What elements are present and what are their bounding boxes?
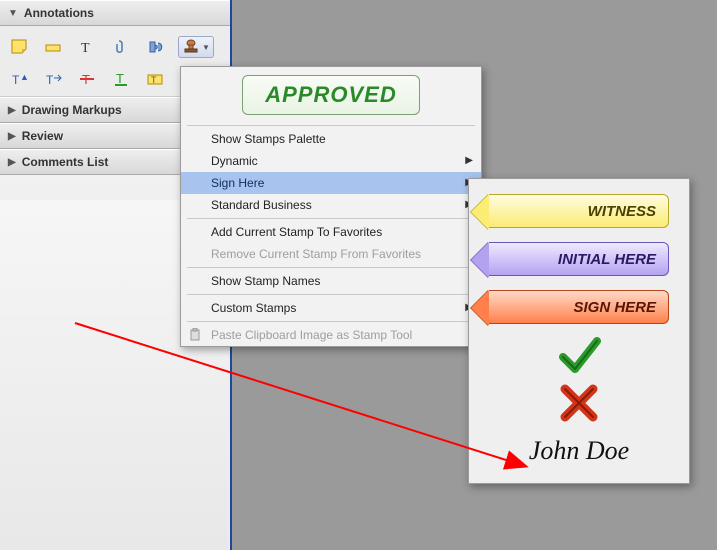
sign-here-arrow-stamp: SIGN HERE xyxy=(489,290,669,324)
svg-text:T: T xyxy=(46,73,54,87)
expand-icon: ▶ xyxy=(8,131,16,142)
dropdown-icon: ▼ xyxy=(202,43,210,52)
checkmark-icon xyxy=(557,335,601,375)
strikethrough-tool[interactable]: T xyxy=(76,68,100,90)
stamp-checkmark[interactable] xyxy=(469,331,689,379)
review-label: Review xyxy=(22,129,63,143)
menu-custom-stamps[interactable]: Custom Stamps ▶ xyxy=(181,297,481,319)
menu-show-stamp-names[interactable]: Show Stamp Names xyxy=(181,270,481,292)
menu-standard-business[interactable]: Standard Business ▶ xyxy=(181,194,481,216)
replace-text-tool[interactable]: T xyxy=(42,68,66,90)
menu-paste-clipboard: Paste Clipboard Image as Stamp Tool xyxy=(181,324,481,346)
attach-file-tool[interactable] xyxy=(110,36,134,58)
text-box-tool[interactable]: T xyxy=(144,68,168,90)
approved-stamp: APPROVED xyxy=(242,75,419,115)
menu-separator xyxy=(187,294,475,295)
svg-text:T: T xyxy=(81,41,90,55)
initial-here-arrow-stamp: INITIAL HERE xyxy=(489,242,669,276)
expand-icon: ▶ xyxy=(8,105,16,116)
annotations-section-label: Annotations xyxy=(24,6,94,20)
text-edit-tool[interactable]: T xyxy=(76,36,100,58)
sign-here-submenu: WITNESS INITIAL HERE SIGN HERE John Doe xyxy=(468,178,690,484)
stamp-dropdown-menu: APPROVED Show Stamps Palette Dynamic ▶ S… xyxy=(180,66,482,347)
stamp-witness[interactable]: WITNESS xyxy=(469,187,689,235)
menu-sign-here[interactable]: Sign Here ▶ xyxy=(181,172,481,194)
submenu-arrow-icon: ▶ xyxy=(465,155,473,166)
comments-list-label: Comments List xyxy=(22,155,109,169)
underline-tool[interactable]: T xyxy=(110,68,134,90)
highlight-tool[interactable] xyxy=(42,36,66,58)
menu-separator xyxy=(187,218,475,219)
stamp-preview[interactable]: APPROVED xyxy=(181,67,481,123)
menu-separator xyxy=(187,125,475,126)
clipboard-icon xyxy=(187,327,203,343)
menu-dynamic[interactable]: Dynamic ▶ xyxy=(181,150,481,172)
menu-separator xyxy=(187,321,475,322)
witness-arrow-stamp: WITNESS xyxy=(489,194,669,228)
expand-icon: ▶ xyxy=(8,157,16,168)
svg-text:T: T xyxy=(116,71,124,86)
collapse-icon: ▼ xyxy=(8,8,18,19)
sticky-note-tool[interactable] xyxy=(8,36,32,58)
menu-separator xyxy=(187,267,475,268)
annotations-section-header[interactable]: ▼ Annotations xyxy=(0,0,230,26)
stamp-sign-here[interactable]: SIGN HERE xyxy=(469,283,689,331)
x-icon xyxy=(559,383,599,423)
stamp-rejected-x[interactable] xyxy=(469,379,689,427)
record-audio-tool[interactable] xyxy=(144,36,168,58)
stamp-tool[interactable]: ▼ xyxy=(178,36,214,58)
insert-text-tool[interactable]: T▲ xyxy=(8,68,32,90)
menu-remove-favorite: Remove Current Stamp From Favorites xyxy=(181,243,481,265)
stamp-initial-here[interactable]: INITIAL HERE xyxy=(469,235,689,283)
menu-add-favorite[interactable]: Add Current Stamp To Favorites xyxy=(181,221,481,243)
svg-text:T: T xyxy=(12,73,20,87)
menu-show-stamps-palette[interactable]: Show Stamps Palette xyxy=(181,128,481,150)
stamp-signature[interactable]: John Doe xyxy=(469,427,689,475)
svg-text:T: T xyxy=(151,75,157,85)
svg-text:▲: ▲ xyxy=(20,72,29,82)
drawing-markups-label: Drawing Markups xyxy=(22,103,122,117)
